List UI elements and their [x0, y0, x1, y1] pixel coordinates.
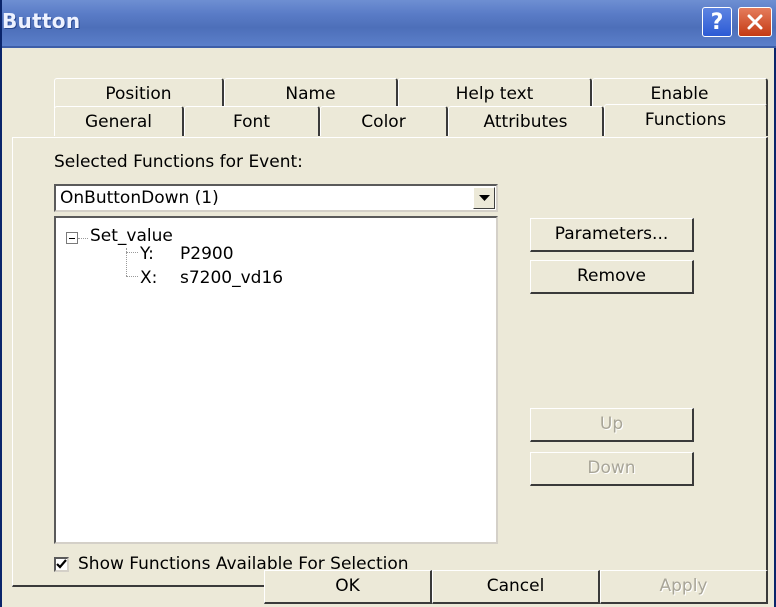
tree-connector: [126, 276, 138, 277]
tree-root-item[interactable]: Set_value: [90, 226, 173, 246]
checkmark-icon: [56, 559, 67, 569]
close-icon: [747, 14, 763, 30]
tab-position[interactable]: Position: [54, 78, 224, 108]
tab-general[interactable]: General: [54, 106, 184, 136]
dialog-client: Position Name Help text Enable General F…: [12, 56, 768, 607]
selected-functions-label: Selected Functions for Event:: [54, 152, 303, 172]
tree-collapse-icon[interactable]: [66, 232, 78, 244]
function-tree[interactable]: Set_value Y: P2900 X: s7200_vd16: [54, 216, 498, 544]
ok-button[interactable]: OK: [264, 570, 432, 604]
tree-child-key: Y:: [140, 244, 154, 264]
dialog-window: Button ? Position Name Help text Enable …: [0, 0, 776, 607]
tab-help-text[interactable]: Help text: [398, 78, 592, 108]
title-bar[interactable]: Button ?: [2, 0, 776, 48]
tab-color[interactable]: Color: [320, 106, 448, 136]
apply-button[interactable]: Apply: [600, 570, 768, 604]
tree-connector: [126, 252, 138, 253]
chevron-down-icon: [478, 194, 490, 201]
tree-child-value[interactable]: P2900: [180, 244, 234, 264]
help-button[interactable]: ?: [702, 7, 732, 37]
down-button[interactable]: Down: [530, 452, 694, 486]
cancel-button[interactable]: Cancel: [432, 570, 600, 604]
tree-child-value[interactable]: s7200_vd16: [180, 268, 283, 288]
event-select[interactable]: OnButtonDown (1): [54, 184, 498, 212]
tree-connector: [78, 238, 88, 239]
show-available-checkbox[interactable]: [54, 557, 69, 572]
tree-child-key: X:: [140, 268, 158, 288]
up-button[interactable]: Up: [530, 408, 694, 442]
window-title: Button: [2, 9, 81, 33]
tab-name[interactable]: Name: [224, 78, 398, 108]
close-button[interactable]: [738, 7, 772, 37]
remove-button[interactable]: Remove: [530, 260, 694, 294]
help-icon: ?: [710, 9, 724, 35]
tab-attributes[interactable]: Attributes: [448, 106, 604, 136]
tab-row-front: General Font Color Attributes Functions: [12, 104, 768, 136]
event-select-value: OnButtonDown (1): [60, 188, 219, 208]
tab-functions[interactable]: Functions: [604, 104, 768, 136]
tab-font[interactable]: Font: [184, 106, 320, 136]
parameters-button[interactable]: Parameters...: [530, 218, 694, 252]
event-select-dropdown-button[interactable]: [473, 187, 495, 209]
